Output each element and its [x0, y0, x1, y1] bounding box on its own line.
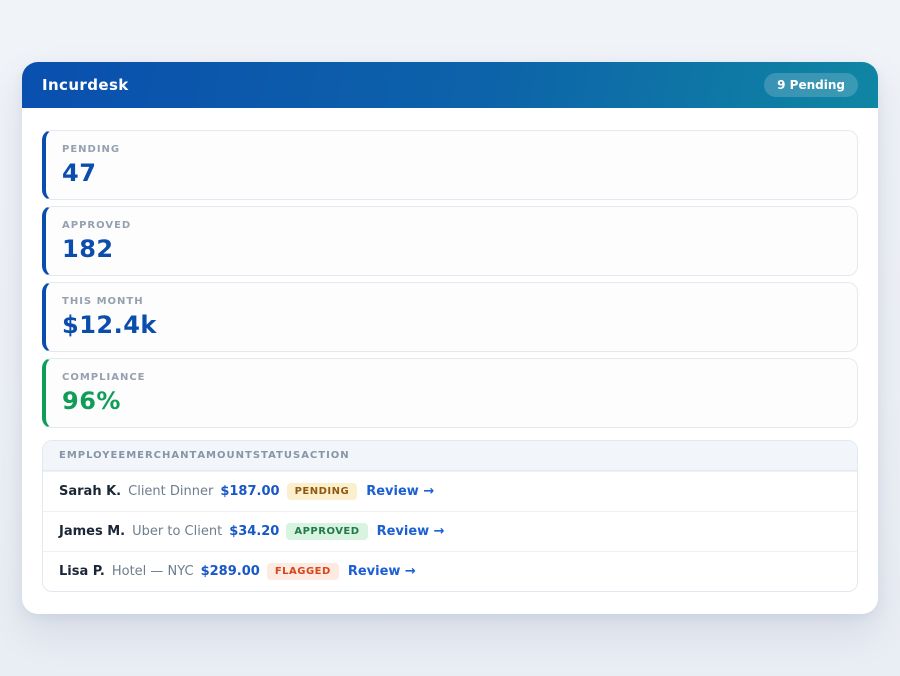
pending-count-badge[interactable]: 9 Pending [764, 73, 858, 97]
stat-value: 47 [62, 160, 841, 186]
column-header-amount: AMOUNT [197, 450, 253, 461]
expense-amount: $34.20 [229, 524, 279, 539]
stat-value: $12.4k [62, 312, 841, 338]
merchant-name: Uber to Client [132, 524, 222, 539]
stat-card-this-month: THIS MONTH $12.4k [42, 282, 858, 352]
review-link[interactable]: Review → [377, 524, 445, 539]
employee-name: James M. [59, 524, 125, 539]
expenses-table: EMPLOYEEMERCHANTAMOUNTSTATUSACTION Sarah… [42, 440, 858, 592]
status-badge: APPROVED [286, 523, 367, 540]
stat-label: THIS MONTH [62, 296, 841, 307]
table-row: Lisa P. Hotel — NYC $289.00 FLAGGED Revi… [43, 551, 857, 591]
status-badge: FLAGGED [267, 563, 339, 580]
incurdesk-card: Incurdesk 9 Pending PENDING 47 APPROVED … [22, 62, 878, 614]
stat-value: 96% [62, 388, 841, 414]
stat-value: 182 [62, 236, 841, 262]
app-title: Incurdesk [42, 76, 129, 94]
expense-amount: $289.00 [201, 564, 260, 579]
employee-name: Sarah K. [59, 484, 121, 499]
stat-label: PENDING [62, 144, 841, 155]
table-header-row: EMPLOYEEMERCHANTAMOUNTSTATUSACTION [43, 441, 857, 471]
column-header-employee: EMPLOYEE [59, 450, 126, 461]
table-row: Sarah K. Client Dinner $187.00 PENDING R… [43, 471, 857, 511]
table-row: James M. Uber to Client $34.20 APPROVED … [43, 511, 857, 551]
stat-card-compliance: COMPLIANCE 96% [42, 358, 858, 428]
review-link[interactable]: Review → [348, 564, 416, 579]
status-badge: PENDING [287, 483, 358, 500]
review-link[interactable]: Review → [366, 484, 434, 499]
stat-card-approved: APPROVED 182 [42, 206, 858, 276]
card-header: Incurdesk 9 Pending [22, 62, 878, 108]
column-header-status: STATUS [253, 450, 301, 461]
stat-label: COMPLIANCE [62, 372, 841, 383]
merchant-name: Client Dinner [128, 484, 213, 499]
card-body: PENDING 47 APPROVED 182 THIS MONTH $12.4… [22, 108, 878, 614]
merchant-name: Hotel — NYC [112, 564, 194, 579]
stat-label: APPROVED [62, 220, 841, 231]
stat-card-pending: PENDING 47 [42, 130, 858, 200]
employee-name: Lisa P. [59, 564, 105, 579]
expense-amount: $187.00 [220, 484, 279, 499]
column-header-action: ACTION [301, 450, 350, 461]
column-header-merchant: MERCHANT [126, 450, 197, 461]
